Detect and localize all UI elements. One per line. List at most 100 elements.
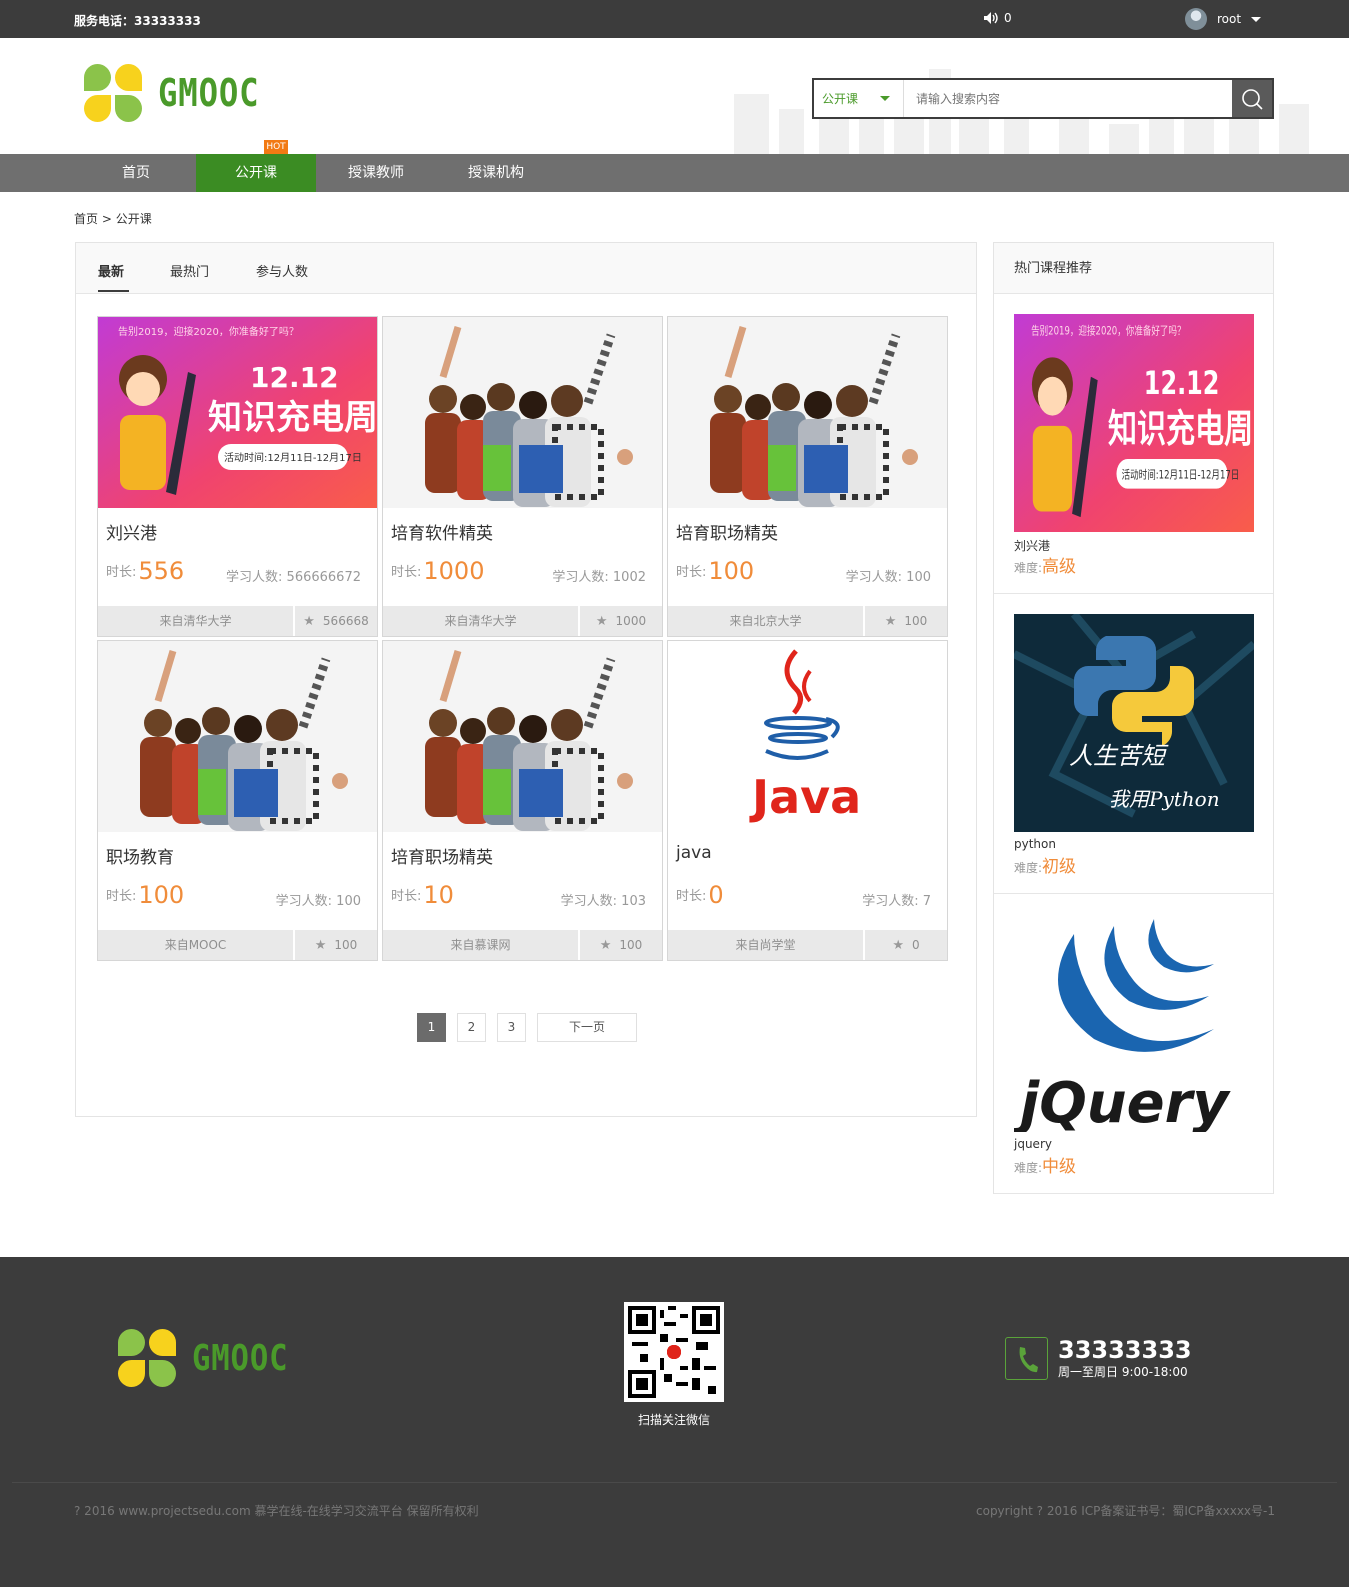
star-icon: ★ — [884, 613, 897, 629]
course-image: 告别2019，迎接2020，你准备好了吗？ 12.12 知识充电周 活动时间:1… — [98, 317, 377, 508]
course-image: Java — [668, 641, 947, 832]
search-category-select[interactable]: 公开课 — [814, 80, 904, 117]
tab-hottest[interactable]: 最热门 — [170, 261, 209, 280]
footer-logo[interactable]: GMOOC — [118, 1329, 305, 1387]
main-nav: 首页 公开课 授课教师 授课机构 — [0, 154, 1349, 192]
course-org: 来自清华大学 — [383, 606, 580, 636]
duration-value: 556 — [138, 557, 185, 585]
learners-value: 100 — [336, 894, 361, 909]
recommended-level: 难度:高级 — [1014, 552, 1076, 577]
course-footer: 来自尚学堂 ★ 0 — [668, 930, 947, 960]
python-art-image: 人生苦短 我用Python — [1014, 614, 1254, 832]
course-footer: 来自清华大学 ★ 1000 — [383, 606, 662, 636]
star-icon: ★ — [595, 613, 608, 629]
pagination: 1 2 3 下一页 — [417, 1013, 637, 1042]
recommended-course[interactable]: 人生苦短 我用Python python 难度:初级 — [994, 594, 1273, 894]
next-page-button[interactable]: 下一页 — [537, 1013, 637, 1042]
course-title: 培育软件精英 — [391, 524, 493, 544]
recommended-image: jQuery — [1014, 914, 1254, 1132]
clover-logo-icon — [118, 1329, 176, 1387]
banner-top-line: 告别2019，迎接2020，你准备好了吗？ — [118, 325, 299, 338]
favorite-count[interactable]: ★ 566668 — [295, 606, 377, 636]
learners-value: 566666672 — [286, 570, 361, 585]
course-footer: 来自清华大学 ★ 566668 — [98, 606, 377, 636]
nav-open-courses[interactable]: 公开课 — [196, 154, 316, 192]
course-card[interactable]: 告别2019，迎接2020，你准备好了吗？ 12.12 知识充电周 活动时间:1… — [97, 316, 378, 637]
learners-value: 7 — [922, 894, 931, 909]
clover-logo-icon — [84, 64, 142, 122]
recommended-image: 告别2019，迎接2020，你准备好了吗？ 12.12 知识充电周 活动时间:1… — [1014, 314, 1254, 532]
favorite-count[interactable]: ★ 100 — [580, 930, 662, 960]
learners-value: 1002 — [612, 570, 646, 585]
duration-value: 100 — [138, 881, 185, 909]
banner-headline: 知识充电周 — [1108, 407, 1253, 452]
copyright-left: ? 2016 www.projectsedu.com 慕学在线-在线学习交流平台… — [74, 1504, 479, 1518]
duration-label: 时长: — [676, 565, 707, 580]
banner-date: 12.12 — [250, 361, 339, 394]
tab-latest[interactable]: 最新 — [98, 261, 124, 280]
course-footer: 来自北京大学 ★ 100 — [668, 606, 947, 636]
students-photo — [98, 641, 377, 832]
page-1[interactable]: 1 — [417, 1013, 446, 1042]
course-org: 来自北京大学 — [668, 606, 865, 636]
breadcrumb-home[interactable]: 首页 — [74, 212, 98, 226]
recommended-course[interactable]: jQuery jquery 难度:中级 — [994, 894, 1273, 1194]
fav-value: 0 — [912, 938, 920, 952]
course-image — [383, 317, 662, 508]
phone-icon — [1005, 1337, 1048, 1380]
course-card[interactable]: 培育职场精英 时长:10 学习人数: 103 来自慕课网 ★ 100 — [382, 640, 663, 961]
students-photo — [668, 317, 947, 508]
sidebar-title: 热门课程推荐 — [994, 243, 1273, 294]
star-icon: ★ — [599, 937, 612, 953]
course-org: 来自尚学堂 — [668, 930, 865, 960]
favorite-count[interactable]: ★ 100 — [865, 606, 947, 636]
course-org: 来自MOOC — [98, 930, 295, 960]
tab-participants[interactable]: 参与人数 — [256, 261, 308, 280]
favorite-count[interactable]: ★ 0 — [865, 930, 947, 960]
site-logo[interactable]: GMOOC — [84, 64, 277, 122]
course-title: java — [676, 843, 712, 863]
nav-teachers[interactable]: 授课教师 — [316, 154, 436, 192]
footer-phone: 33333333 — [1058, 1336, 1192, 1364]
difficulty-label: 难度: — [1014, 861, 1043, 875]
active-tab-indicator — [98, 290, 129, 292]
recommended-course[interactable]: 告别2019，迎接2020，你准备好了吗？ 12.12 知识充电周 活动时间:1… — [994, 294, 1273, 594]
difficulty-label: 难度: — [1014, 1161, 1043, 1175]
message-indicator[interactable]: 0 — [984, 11, 1012, 25]
difficulty-value: 中级 — [1042, 1157, 1077, 1177]
hot-courses-sidebar: 热门课程推荐 告别2019，迎接2020，你准备好了吗？ 12.12 知识充电周… — [993, 242, 1274, 1194]
duration-label: 时长: — [106, 889, 137, 904]
course-card[interactable]: Java java 时长:0 学习人数: 7 来自尚学堂 ★ 0 — [667, 640, 948, 961]
nav-home[interactable]: 首页 — [76, 154, 196, 192]
favorite-count[interactable]: ★ 1000 — [580, 606, 662, 636]
learners-label: 学习人数: — [862, 894, 919, 909]
service-phone-number: 33333333 — [134, 14, 201, 28]
page-2[interactable]: 2 — [457, 1013, 486, 1042]
top-bar: 服务电话：33333333 0 root — [0, 0, 1349, 38]
learners: 学习人数: 100 — [276, 890, 361, 909]
duration-label: 时长: — [391, 889, 422, 904]
search-button[interactable] — [1232, 80, 1272, 117]
learners: 学习人数: 7 — [862, 890, 931, 909]
copyright-right: copyright ? 2016 ICP备案证书号：蜀ICP备xxxxx号-1 — [976, 1504, 1275, 1518]
course-card[interactable]: 职场教育 时长:100 学习人数: 100 来自MOOC ★ 100 — [97, 640, 378, 961]
learners-label: 学习人数: — [275, 894, 333, 909]
search-input[interactable] — [904, 80, 1232, 117]
qr-icon — [628, 1306, 720, 1398]
page-3[interactable]: 3 — [497, 1013, 526, 1042]
breadcrumb: 首页 > 公开课 — [74, 210, 152, 227]
favorite-count[interactable]: ★ 100 — [295, 930, 377, 960]
recommended-name: jquery — [1014, 1137, 1052, 1151]
nav-organizations[interactable]: 授课机构 — [436, 154, 556, 192]
breadcrumb-current: 公开课 — [115, 212, 152, 226]
banner-period: 活动时间:12月11日-12月17日 — [224, 451, 362, 464]
course-card[interactable]: 培育软件精英 时长:1000 学习人数: 1002 来自清华大学 ★ 1000 — [382, 316, 663, 637]
course-image — [383, 641, 662, 832]
star-icon: ★ — [303, 613, 315, 629]
course-card[interactable]: 培育职场精英 时长:100 学习人数: 100 来自北京大学 ★ 100 — [667, 316, 948, 637]
difficulty-label: 难度: — [1014, 561, 1043, 575]
fav-value: 100 — [619, 938, 643, 952]
course-title: 职场教育 — [106, 848, 174, 868]
recommended-level: 难度:中级 — [1014, 1152, 1076, 1177]
user-menu[interactable]: root — [1185, 8, 1262, 30]
